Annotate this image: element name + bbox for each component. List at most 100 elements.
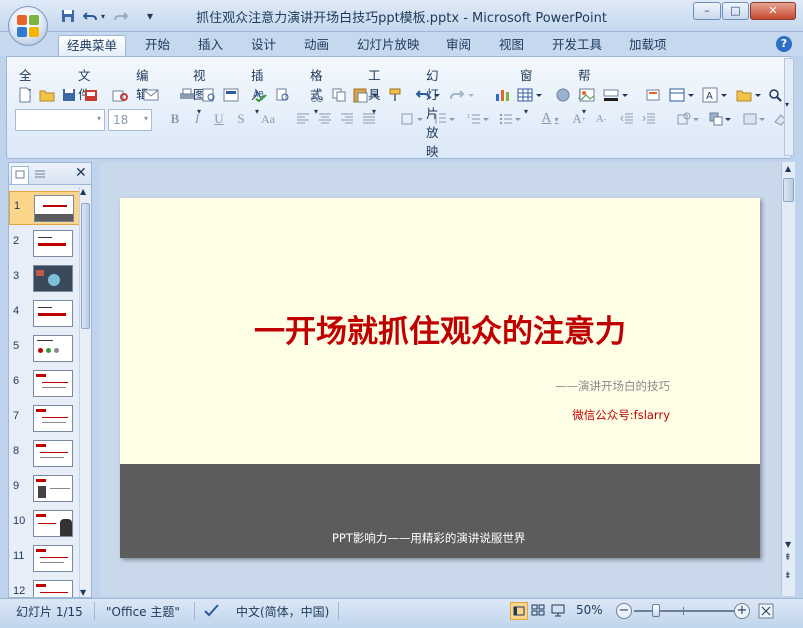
new-icon[interactable] <box>15 85 35 105</box>
tab-addins[interactable]: 加载项 <box>621 35 675 56</box>
italic-button[interactable]: I <box>187 109 207 129</box>
shadow-button[interactable]: S <box>231 109 251 129</box>
table-icon[interactable] <box>515 85 545 105</box>
tab-classic-menu[interactable]: 经典菜单 <box>58 35 127 56</box>
slides-panel-scrollbar[interactable]: ▲ ▼ <box>79 187 91 597</box>
grow-font-button[interactable]: A + <box>569 109 589 129</box>
slide-sorter-icon[interactable] <box>530 602 548 620</box>
thumbnail-item[interactable]: 4 <box>9 297 87 329</box>
zoom-level[interactable]: 50% <box>576 603 603 617</box>
previous-slide-icon[interactable]: ⇞ <box>784 554 792 563</box>
research-icon[interactable] <box>273 85 293 105</box>
save-icon[interactable] <box>59 85 79 105</box>
tab-insert[interactable]: 插入 <box>190 35 231 56</box>
next-slide-icon[interactable]: ⇟ <box>784 572 792 581</box>
justify-icon[interactable] <box>359 109 379 129</box>
close-panel-icon[interactable]: ✕ <box>75 165 87 181</box>
normal-view-icon[interactable] <box>510 602 528 620</box>
chart-icon[interactable] <box>493 85 513 105</box>
tab-home[interactable]: 开始 <box>137 35 178 56</box>
office-button[interactable] <box>8 6 48 46</box>
clip-art-icon[interactable] <box>553 85 573 105</box>
textbox-icon[interactable]: A <box>701 85 729 105</box>
help-icon[interactable]: ? <box>776 36 792 52</box>
undo-button-icon[interactable] <box>413 85 443 105</box>
bold-button[interactable]: B <box>165 109 185 129</box>
preview-icon[interactable] <box>199 85 219 105</box>
slide-subtitle[interactable]: ——演讲开场白的技巧 <box>555 378 670 394</box>
permission-icon[interactable] <box>81 85 101 105</box>
current-slide[interactable]: 一开场就抓住观众的注意力 ——演讲开场白的技巧 微信公众号:fslarry PP… <box>120 198 760 558</box>
decrease-indent-icon[interactable] <box>617 109 637 129</box>
maximize-button[interactable]: □ <box>722 2 749 20</box>
email-icon[interactable] <box>141 85 161 105</box>
thumbnail-item[interactable]: 3 <box>9 262 87 294</box>
align-right-icon[interactable] <box>337 109 357 129</box>
tab-outline-icon[interactable] <box>31 166 53 184</box>
tab-view[interactable]: 视图 <box>491 35 532 56</box>
slide-title[interactable]: 一开场就抓住观众的注意力 <box>120 306 760 351</box>
thumbnail-item[interactable]: 1 <box>9 191 87 225</box>
tab-design[interactable]: 设计 <box>243 35 284 56</box>
font-color-button[interactable]: A ▾ <box>535 109 565 129</box>
fill-color-icon[interactable] <box>601 85 631 105</box>
slide-footer-text[interactable]: PPT影响力——用精彩的演讲说服世界 <box>332 530 525 546</box>
line-spacing-icon[interactable] <box>431 109 459 129</box>
align-center-icon[interactable] <box>315 109 335 129</box>
paste-icon[interactable] <box>351 85 381 105</box>
spelling-check-icon[interactable] <box>203 602 221 621</box>
columns-icon[interactable] <box>399 109 427 129</box>
tab-slideshow[interactable]: 幻灯片放映 <box>349 35 428 56</box>
zoom-in-button[interactable]: + <box>734 603 750 619</box>
quick-styles-icon[interactable] <box>741 109 769 129</box>
slide-wechat[interactable]: 微信公众号:fslarry <box>572 407 670 423</box>
font-size-dropdown-icon[interactable]: ▾ <box>144 114 148 123</box>
tab-slides-icon[interactable] <box>11 166 29 184</box>
editor-vertical-scrollbar[interactable]: ▲ ▼ ⇞ ⇟ <box>781 162 795 596</box>
open-icon[interactable] <box>37 85 57 105</box>
font-size-box[interactable]: 18 ▾ <box>108 109 152 131</box>
tab-developer[interactable]: 开发工具 <box>544 35 610 56</box>
thumbnail-item[interactable]: 5 <box>9 332 87 364</box>
new-slide-icon[interactable] <box>643 85 663 105</box>
fit-to-window-icon[interactable] <box>758 603 774 619</box>
arrange-icon[interactable] <box>707 109 735 129</box>
shapes-icon[interactable] <box>675 109 703 129</box>
bullets-icon[interactable] <box>497 109 525 129</box>
scroll-thumb[interactable] <box>81 203 90 329</box>
zoom-slider-thumb[interactable] <box>652 604 660 617</box>
thumbnail-item[interactable]: 6 <box>9 367 87 399</box>
layout-icon[interactable] <box>221 85 241 105</box>
font-name-box[interactable]: ▾ <box>15 109 105 131</box>
underline-button[interactable]: U <box>209 109 229 129</box>
shrink-font-button[interactable]: A- <box>591 109 611 129</box>
font-name-dropdown-icon[interactable]: ▾ <box>97 114 101 123</box>
numbering-icon[interactable]: 1 <box>465 109 493 129</box>
copy-icon[interactable] <box>329 85 349 105</box>
align-left-icon[interactable] <box>293 109 313 129</box>
print-preview-icon[interactable] <box>111 85 131 105</box>
cut-icon[interactable] <box>307 85 327 105</box>
slideshow-view-icon[interactable] <box>550 602 568 620</box>
redo-button-icon[interactable] <box>447 85 477 105</box>
thumbnail-item[interactable]: 2 <box>9 227 87 259</box>
language-indicator[interactable]: 中文(简体，中国) <box>236 603 329 620</box>
zoom-out-button[interactable]: − <box>616 603 632 619</box>
folder-icon[interactable] <box>735 85 763 105</box>
ribbon-scroll[interactable]: ▾ <box>784 58 794 156</box>
minimize-button[interactable]: – <box>693 2 721 20</box>
thumbnail-item[interactable]: 12 <box>9 577 87 597</box>
thumbnail-item[interactable]: 9 <box>9 472 87 504</box>
thumbnail-item[interactable]: 11 <box>9 542 87 574</box>
slide-layout-icon[interactable] <box>667 85 697 105</box>
tab-animation[interactable]: 动画 <box>296 35 337 56</box>
close-button[interactable]: ✕ <box>750 2 796 20</box>
picture-icon[interactable] <box>577 85 597 105</box>
format-painter-icon[interactable] <box>385 85 405 105</box>
spelling-icon[interactable]: AB <box>251 85 271 105</box>
scroll-thumb[interactable] <box>783 178 794 202</box>
thumbnail-item[interactable]: 10 <box>9 507 87 539</box>
thumbnail-item[interactable]: 8 <box>9 437 87 469</box>
increase-indent-icon[interactable] <box>639 109 659 129</box>
zoom-slider-track[interactable] <box>634 610 734 612</box>
